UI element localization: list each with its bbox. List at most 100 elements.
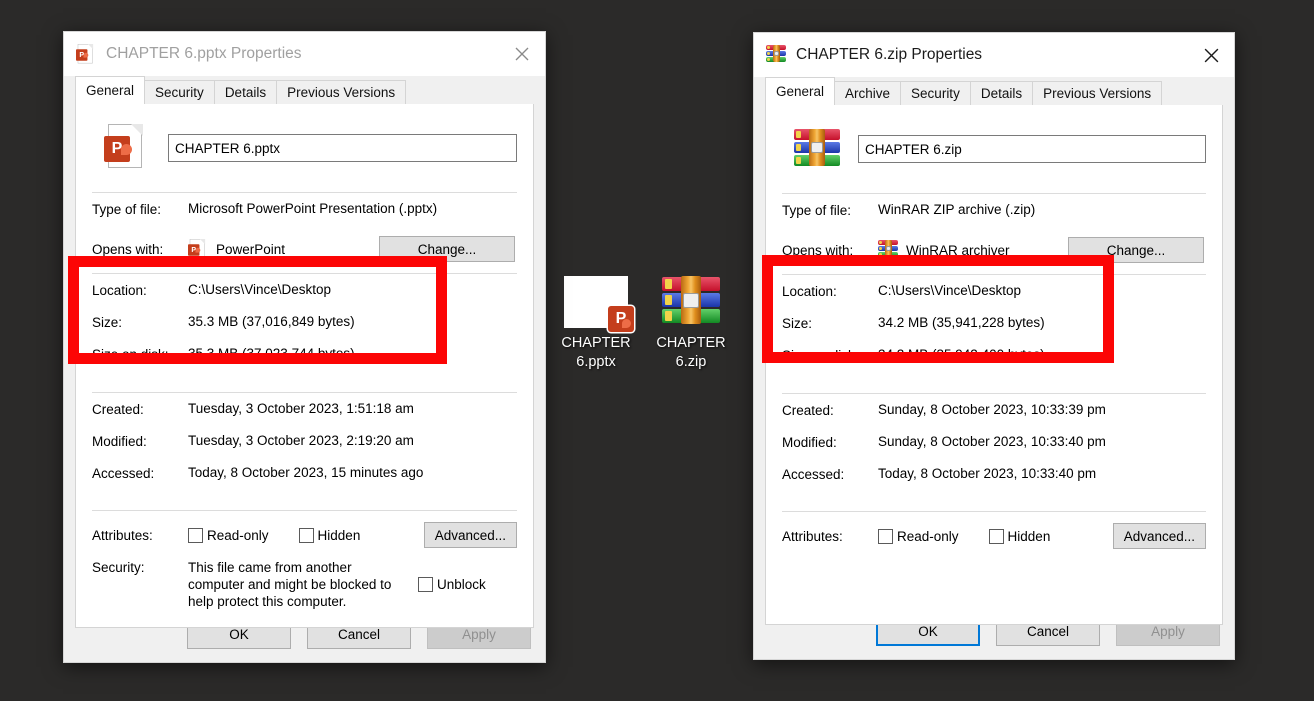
row-accessed: Accessed: Today, 8 October 2023, 15 minu… — [92, 465, 517, 497]
row-type-of-file: Type of file: Microsoft PowerPoint Prese… — [92, 201, 517, 233]
row-attributes: Attributes: Read-only Hidden Advanced... — [782, 520, 1206, 552]
divider — [782, 193, 1206, 194]
divider — [782, 393, 1206, 394]
advanced-button[interactable]: Advanced... — [424, 522, 517, 548]
winrar-icon — [878, 240, 898, 260]
row-location: Location: C:\Users\Vince\Desktop — [782, 283, 1206, 315]
readonly-label: Read-only — [207, 528, 269, 543]
value-accessed: Today, 8 October 2023, 10:33:40 pm — [878, 466, 1206, 481]
label-created: Created: — [782, 402, 878, 418]
label-size: Size: — [92, 314, 188, 330]
value-opens-with: PowerPoint — [216, 242, 285, 257]
label-type-of-file: Type of file: — [92, 201, 188, 217]
change-button[interactable]: Change... — [379, 236, 515, 262]
pptx-file-icon: P — [564, 276, 628, 328]
readonly-label: Read-only — [897, 529, 959, 544]
value-size-on-disk: 34.2 MB (35,942,400 bytes) — [878, 347, 1206, 362]
row-accessed: Accessed: Today, 8 October 2023, 10:33:4… — [782, 466, 1206, 498]
unblock-label: Unblock — [437, 577, 486, 592]
value-size-on-disk: 35.3 MB (37,023,744 bytes) — [188, 346, 517, 361]
close-icon[interactable] — [499, 32, 545, 76]
value-created: Tuesday, 3 October 2023, 1:51:18 am — [188, 401, 517, 416]
value-created: Sunday, 8 October 2023, 10:33:39 pm — [878, 402, 1206, 417]
value-type-of-file: Microsoft PowerPoint Presentation (.pptx… — [188, 201, 517, 216]
row-size: Size: 35.3 MB (37,016,849 bytes) — [92, 314, 517, 346]
row-created: Created: Tuesday, 3 October 2023, 1:51:1… — [92, 401, 517, 433]
filename-input[interactable] — [168, 134, 517, 162]
powerpoint-icon: P — [188, 239, 208, 259]
readonly-checkbox[interactable] — [878, 529, 893, 544]
tab-security[interactable]: Security — [144, 80, 215, 104]
desktop-icon-zip[interactable]: CHAPTER 6.zip — [636, 276, 746, 372]
label-size-on-disk: Size on disk: — [782, 347, 878, 363]
label-modified: Modified: — [782, 434, 878, 450]
divider — [782, 511, 1206, 512]
tab-previous-versions[interactable]: Previous Versions — [1032, 81, 1162, 105]
divider — [782, 274, 1206, 275]
winrar-archive-icon — [659, 276, 723, 328]
filename-row — [782, 119, 1206, 185]
hidden-label: Hidden — [1008, 529, 1051, 544]
label-created: Created: — [92, 401, 188, 417]
tab-general[interactable]: General — [75, 76, 145, 104]
advanced-button[interactable]: Advanced... — [1113, 523, 1206, 549]
desktop-icon-label-line1: CHAPTER — [636, 334, 746, 353]
hidden-checkbox[interactable] — [299, 528, 314, 543]
tab-details[interactable]: Details — [970, 81, 1033, 105]
general-tab-panel: Type of file: WinRAR ZIP archive (.zip) … — [765, 104, 1223, 625]
label-location: Location: — [782, 283, 878, 299]
divider — [92, 510, 517, 511]
label-opens-with: Opens with: — [782, 242, 878, 258]
hidden-label: Hidden — [318, 528, 361, 543]
change-button[interactable]: Change... — [1068, 237, 1204, 263]
desktop-icon-label-line2: 6.zip — [636, 353, 746, 372]
label-modified: Modified: — [92, 433, 188, 449]
dialog-pptx-properties[interactable]: P CHAPTER 6.pptx Properties General Secu… — [63, 31, 546, 663]
value-type-of-file: WinRAR ZIP archive (.zip) — [878, 202, 1206, 217]
label-size-on-disk: Size on disk: — [92, 346, 188, 362]
label-location: Location: — [92, 282, 188, 298]
row-security: Security: This file came from another co… — [92, 559, 517, 610]
value-size: 34.2 MB (35,941,228 bytes) — [878, 315, 1206, 330]
hidden-checkbox[interactable] — [989, 529, 1004, 544]
tab-details[interactable]: Details — [214, 80, 277, 104]
filename-input[interactable] — [858, 135, 1206, 163]
row-location: Location: C:\Users\Vince\Desktop — [92, 282, 517, 314]
filename-row: P — [92, 118, 517, 184]
tab-archive[interactable]: Archive — [834, 81, 901, 105]
row-size: Size: 34.2 MB (35,941,228 bytes) — [782, 315, 1206, 347]
desktop-icon-label-line1: CHAPTER — [541, 334, 651, 353]
label-accessed: Accessed: — [782, 466, 878, 482]
titlebar: CHAPTER 6.zip Properties — [754, 33, 1234, 77]
value-accessed: Today, 8 October 2023, 15 minutes ago — [188, 465, 517, 480]
general-tab-panel: P Type of file: Microsoft PowerPoint Pre… — [75, 103, 534, 628]
row-size-on-disk: Size on disk: 34.2 MB (35,942,400 bytes) — [782, 347, 1206, 379]
row-type-of-file: Type of file: WinRAR ZIP archive (.zip) — [782, 202, 1206, 234]
row-created: Created: Sunday, 8 October 2023, 10:33:3… — [782, 402, 1206, 434]
security-text: This file came from another computer and… — [188, 559, 410, 610]
label-type-of-file: Type of file: — [782, 202, 878, 218]
divider — [92, 273, 517, 274]
tab-security[interactable]: Security — [900, 81, 971, 105]
winrar-icon — [766, 45, 786, 65]
close-icon[interactable] — [1188, 33, 1234, 77]
tabstrip: General Archive Security Details Previou… — [754, 77, 1234, 105]
tabstrip: General Security Details Previous Versio… — [64, 76, 545, 104]
powerpoint-file-icon: P — [104, 124, 152, 172]
divider — [92, 392, 517, 393]
tab-general[interactable]: General — [765, 77, 835, 105]
value-opens-with: WinRAR archiver — [906, 243, 1010, 258]
row-attributes: Attributes: Read-only Hidden Advanced... — [92, 519, 517, 551]
value-location: C:\Users\Vince\Desktop — [878, 283, 1206, 298]
dialog-title: CHAPTER 6.zip Properties — [796, 46, 982, 64]
dialog-zip-properties[interactable]: CHAPTER 6.zip Properties General Archive… — [753, 32, 1235, 660]
row-opens-with: Opens with: P PowerPoint Change... — [92, 233, 517, 265]
desktop-icon-pptx[interactable]: P CHAPTER 6.pptx — [541, 276, 651, 372]
unblock-checkbox[interactable] — [418, 577, 433, 592]
dialog-title: CHAPTER 6.pptx Properties — [106, 45, 302, 63]
readonly-checkbox[interactable] — [188, 528, 203, 543]
row-modified: Modified: Tuesday, 3 October 2023, 2:19:… — [92, 433, 517, 465]
value-modified: Sunday, 8 October 2023, 10:33:40 pm — [878, 434, 1206, 449]
tab-previous-versions[interactable]: Previous Versions — [276, 80, 406, 104]
row-opens-with: Opens with: WinRAR archiver — [782, 234, 1206, 266]
